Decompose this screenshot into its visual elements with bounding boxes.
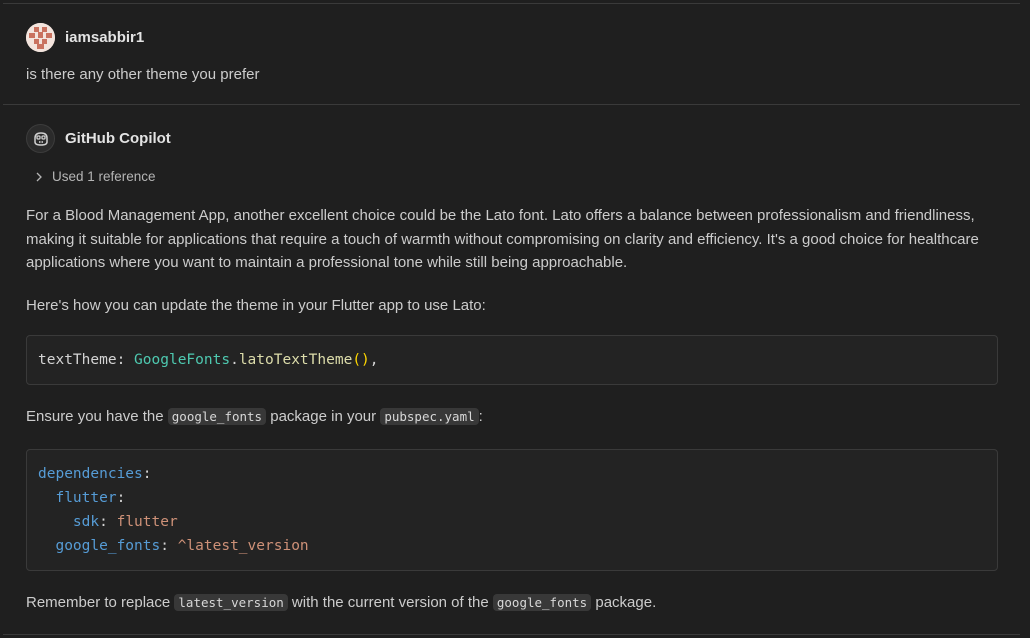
user-avatar[interactable] <box>26 23 55 52</box>
inline-code-latest-version: latest_version <box>174 594 288 611</box>
user-name: iamsabbir1 <box>65 29 145 46</box>
assistant-message-header: GitHub Copilot <box>26 124 998 153</box>
code-line-4-value: ^latest_version <box>177 538 309 554</box>
response-paragraph-4: Remember to replace latest_version with … <box>26 591 998 615</box>
paragraph-4-text-after: package. <box>591 594 657 611</box>
response-paragraph-3: Ensure you have the google_fonts package… <box>26 405 998 429</box>
response-paragraph-2: Here's how you can update the theme in y… <box>26 297 486 314</box>
code-line-4-colon: : <box>160 538 169 554</box>
user-message-header: iamsabbir1 <box>26 23 998 52</box>
inline-code-google-fonts-2: google_fonts <box>492 594 592 611</box>
code-token-colon: : <box>116 352 135 368</box>
copilot-avatar <box>26 124 55 153</box>
code-line-4-key: google_fonts <box>55 538 161 554</box>
copilot-icon <box>33 131 48 146</box>
inline-code-google-fonts: google_fonts <box>167 408 267 425</box>
code-line-2-colon: : <box>116 490 126 506</box>
code-line-3-colon: : <box>99 514 108 530</box>
paragraph-4-text-middle: with the current version of the <box>287 594 493 611</box>
code-line-3-value: flutter <box>116 514 178 530</box>
user-message-text: is there any other theme you prefer <box>26 66 260 83</box>
code-token-comma: , <box>369 352 379 368</box>
inline-code-pubspec: pubspec.yaml <box>380 408 479 425</box>
code-block-dependencies[interactable]: dependencies: flutter: sdk: flutter goog… <box>26 449 998 571</box>
code-token-method: latoTextTheme <box>238 352 353 368</box>
code-line-1-colon: : <box>142 466 152 482</box>
paragraph-3-text-before: Ensure you have the <box>26 408 168 425</box>
code-line-1-key: dependencies <box>38 466 143 482</box>
code-block-theme[interactable]: textTheme: GoogleFonts.latoTextTheme(), <box>26 335 998 385</box>
code-token-key: textTheme <box>38 352 117 368</box>
paragraph-4-text-before: Remember to replace <box>26 594 175 611</box>
reference-toggle[interactable]: Used 1 reference <box>26 169 998 184</box>
paragraph-3-text-after: : <box>478 408 483 425</box>
code-token-parens: () <box>352 352 370 368</box>
assistant-name: GitHub Copilot <box>65 130 171 147</box>
identicon-avatar <box>26 23 55 52</box>
top-divider <box>3 3 1020 4</box>
reference-toggle-label: Used 1 reference <box>52 169 156 184</box>
code-line-3-key: sdk <box>72 514 100 530</box>
code-line-2-key: flutter <box>55 490 117 506</box>
code-token-class: GoogleFonts <box>134 352 231 368</box>
chevron-right-icon <box>36 172 42 181</box>
code-token-dot: . <box>230 352 239 368</box>
paragraph-3-text-middle: package in your <box>266 408 381 425</box>
bottom-divider <box>3 634 1020 635</box>
response-paragraph-1: For a Blood Management App, another exce… <box>26 207 979 271</box>
message-divider <box>3 104 1020 105</box>
